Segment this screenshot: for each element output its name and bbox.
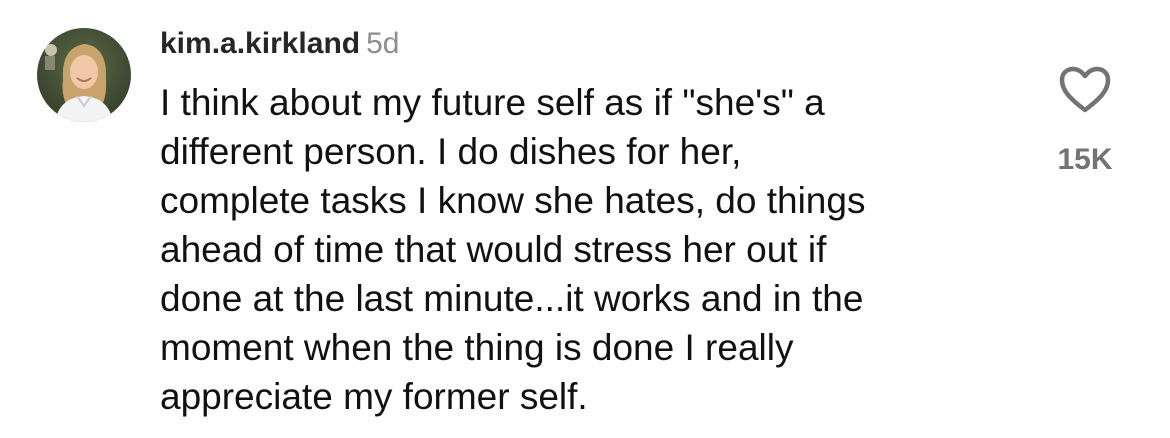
comment-text-line: done at the last minute...it works and i…	[160, 278, 864, 319]
like-count: 15K	[1057, 143, 1113, 176]
username-link[interactable]: kim.a.kirkland	[160, 27, 360, 60]
avatar[interactable]	[37, 28, 131, 122]
comment-text: I think about my future self as if "she'…	[160, 78, 1000, 421]
like-button[interactable]	[1059, 66, 1111, 114]
comment-text-line: I think about my future self as if "she'…	[160, 82, 825, 123]
comment-header: kim.a.kirkland 5d	[160, 27, 399, 67]
avatar-photo	[37, 28, 131, 122]
comment-text-line: different person. I do dishes for her,	[160, 131, 742, 172]
timestamp: 5d	[366, 27, 400, 60]
comment-text-line: appreciate my former self.	[160, 376, 588, 417]
heart-outline-icon	[1059, 66, 1111, 113]
like-column: 15K	[1040, 66, 1130, 177]
comment-item: kim.a.kirkland 5d I think about my future…	[0, 0, 1170, 438]
comment-text-line: complete tasks I know she hates, do thin…	[160, 180, 866, 221]
comment-text-line: moment when the thing is done I really	[160, 327, 794, 368]
comment-text-line: ahead of time that would stress her out …	[160, 229, 827, 270]
